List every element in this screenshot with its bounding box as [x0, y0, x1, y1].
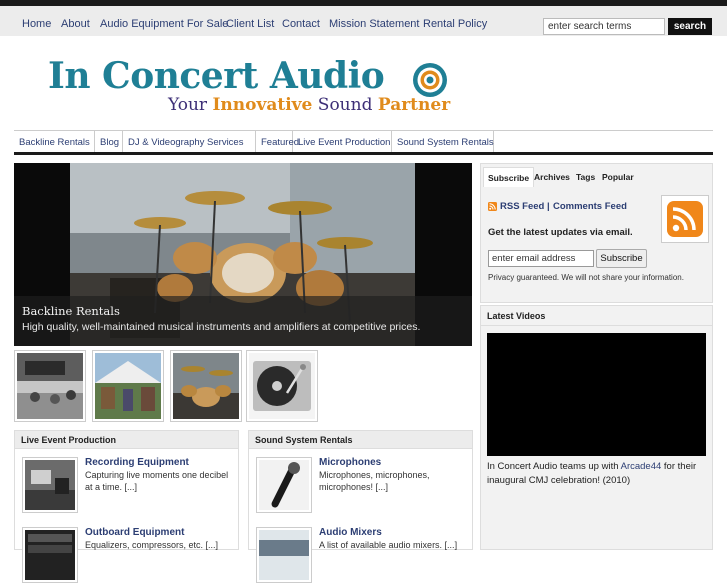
recording-equipment-photo	[25, 460, 75, 510]
post-thumbnail[interactable]	[22, 457, 78, 513]
nav-contact[interactable]: Contact	[282, 18, 320, 30]
post-title[interactable]: Microphones	[319, 457, 381, 468]
category-nav: Backline Rentals Blog DJ & Videography S…	[14, 130, 713, 155]
thumbnail-1[interactable]	[14, 350, 86, 422]
tab-subscribe[interactable]: Subscribe	[483, 167, 535, 187]
thumbnail-4[interactable]	[246, 350, 318, 422]
category-dj-videography-services[interactable]: DJ & Videography Services	[123, 131, 256, 152]
nav-client-list[interactable]: Client List	[226, 18, 274, 30]
rss-feed-link[interactable]: RSS Feed	[500, 201, 544, 212]
slide-description: High quality, well-maintained musical in…	[22, 321, 421, 333]
event-crowd-photo	[17, 353, 83, 419]
target-icon	[413, 63, 447, 97]
nav-mission-statement[interactable]: Mission Statement	[329, 18, 419, 30]
category-blog[interactable]: Blog	[95, 131, 123, 152]
outboard-equipment-photo	[25, 530, 75, 580]
outdoor-tent-photo	[95, 353, 161, 419]
post-thumbnail[interactable]	[256, 527, 312, 583]
post-excerpt: A list of available audio mixers. [...]	[319, 540, 458, 550]
post-thumbnail[interactable]	[22, 527, 78, 583]
subscribe-button[interactable]: Subscribe	[596, 249, 647, 268]
post-excerpt: Equalizers, compressors, etc. [...]	[85, 540, 219, 550]
subscribe-panel: RSS Feed | Comments Feed Get the latest …	[483, 187, 710, 300]
section-heading[interactable]: Live Event Production	[15, 431, 238, 449]
main-nav: Home About Audio Equipment For Sale Clie…	[0, 6, 727, 36]
logo-wordmark: In Concert Audio	[48, 55, 385, 97]
privacy-note: Privacy guaranteed. We will not share yo…	[488, 273, 684, 282]
turntable-photo	[249, 353, 315, 419]
search-button[interactable]: search	[668, 18, 712, 35]
nav-audio-equipment-for-sale[interactable]: Audio Equipment For Sale	[100, 18, 228, 30]
post-excerpt: Microphones, microphones, microphones! […	[319, 470, 430, 492]
nav-home[interactable]: Home	[22, 18, 51, 30]
tab-archives[interactable]: Archives	[530, 167, 574, 187]
category-backline-rentals[interactable]: Backline Rentals	[14, 131, 95, 152]
slide-caption: Backline Rentals High quality, well-main…	[14, 296, 472, 346]
comments-feed-link[interactable]: Comments Feed	[553, 201, 627, 212]
video-caption: In Concert Audio teams up with Arcade44 …	[487, 461, 697, 486]
feed-separator: |	[547, 201, 550, 212]
post-title[interactable]: Outboard Equipment	[85, 527, 184, 538]
logo-tagline: Your Innovative Sound Partner	[168, 95, 451, 115]
drum-kit-photo	[173, 353, 239, 419]
category-sound-system-rentals[interactable]: Sound System Rentals	[392, 131, 494, 152]
section-live-event-production: Live Event Production Recording Equipmen…	[14, 430, 239, 583]
post-title[interactable]: Recording Equipment	[85, 457, 189, 468]
post-title[interactable]: Audio Mixers	[319, 527, 382, 538]
email-heading: Get the latest updates via email.	[488, 227, 633, 238]
subscribe-widget: Subscribe Archives Tags Popular RSS Feed…	[480, 163, 713, 303]
section-sound-system-rentals: Sound System Rentals Microphones Microph…	[248, 430, 473, 583]
rss-icon	[667, 201, 703, 237]
latest-videos-heading: Latest Videos	[481, 306, 712, 326]
email-field[interactable]	[488, 250, 594, 267]
category-live-event-production[interactable]: Live Event Production	[293, 131, 392, 152]
rss-icon	[488, 202, 497, 211]
category-featured[interactable]: Featured	[256, 131, 299, 152]
video-player[interactable]	[487, 333, 706, 456]
microphone-photo	[259, 460, 309, 510]
site-logo[interactable]: In Concert Audio Your Innovative Sound P…	[48, 55, 458, 125]
section-heading[interactable]: Sound System Rentals	[249, 431, 472, 449]
nav-about[interactable]: About	[61, 18, 90, 30]
arcade44-link[interactable]: Arcade44	[621, 461, 662, 472]
post-excerpt: Capturing live moments one decibel at a …	[85, 470, 229, 492]
tab-tags[interactable]: Tags	[572, 167, 599, 187]
audio-mixer-photo	[259, 530, 309, 580]
thumbnail-3[interactable]	[170, 350, 242, 422]
tab-popular[interactable]: Popular	[598, 167, 638, 187]
thumbnail-2[interactable]	[92, 350, 164, 422]
rss-large-icon[interactable]	[661, 195, 709, 243]
search-input[interactable]	[543, 18, 665, 35]
slide-title[interactable]: Backline Rentals	[22, 304, 120, 318]
latest-videos-widget: Latest Videos In Concert Audio teams up …	[480, 305, 713, 550]
featured-slider[interactable]: Backline Rentals High quality, well-main…	[14, 163, 472, 346]
nav-rental-policy[interactable]: Rental Policy	[423, 18, 487, 30]
post-thumbnail[interactable]	[256, 457, 312, 513]
